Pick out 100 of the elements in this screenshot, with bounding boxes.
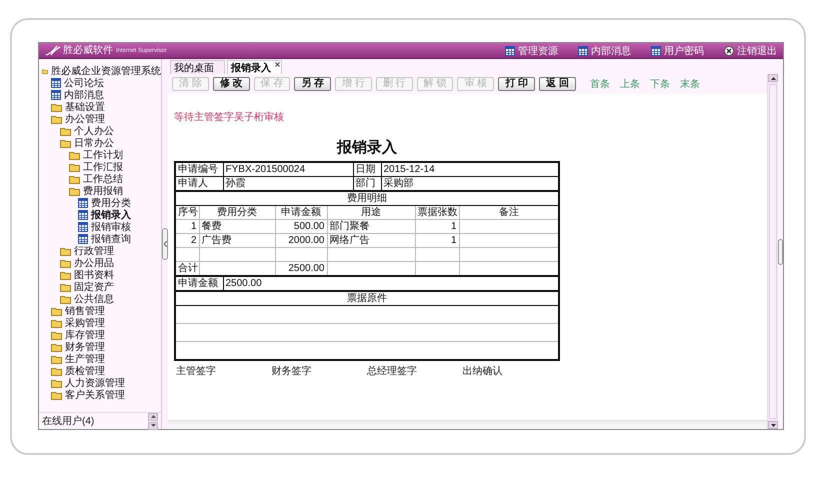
tree-item[interactable]: 办公用品 [39, 257, 161, 269]
table-cell: 1 [415, 220, 459, 234]
tree-item[interactable]: 工作总结 [39, 173, 161, 185]
tree-item[interactable]: 工作汇报 [39, 161, 161, 173]
field-label: 申请编号 [175, 162, 223, 176]
column-header: 票据张数 [415, 206, 459, 220]
folder-icon [60, 126, 71, 136]
field-value: 2015-12-14 [381, 162, 559, 176]
folder-icon [60, 246, 71, 256]
caret-down-icon[interactable] [770, 424, 776, 426]
tree-item[interactable]: 内部消息 [39, 89, 161, 101]
field-label: 部门 [353, 176, 381, 191]
table-cell: 1 [415, 234, 459, 248]
table-cell: 1 [175, 220, 199, 234]
status-message: 等待主管签字吴子桁审核 [174, 110, 285, 124]
close-circle-icon [724, 46, 734, 56]
window-icon [505, 46, 515, 56]
folder-icon [51, 306, 62, 316]
folder-icon [51, 342, 62, 352]
tree-item[interactable]: 个人办公 [39, 125, 161, 137]
folder-icon [42, 66, 48, 76]
tree-item[interactable]: 办公管理 [39, 113, 161, 125]
tree-item[interactable]: 质检管理 [39, 365, 161, 377]
header-link[interactable]: 用户密码 [651, 44, 704, 58]
header-link[interactable]: 注销退出 [724, 44, 777, 58]
grid-page-icon [78, 234, 88, 244]
tree-item[interactable]: 库存管理 [39, 329, 161, 341]
tree-item[interactable]: 人力资源管理 [39, 377, 161, 389]
column-header: 备注 [459, 206, 559, 220]
close-icon[interactable] [275, 62, 280, 67]
field-label: 日期 [353, 162, 381, 176]
grid-page-icon [51, 90, 61, 100]
online-users-label: 在线用户(4) [42, 414, 94, 428]
field-value: FYBX-201500024 [223, 162, 353, 176]
folder-icon [69, 186, 80, 196]
folder-icon [60, 282, 71, 292]
header-link[interactable]: 管理资源 [505, 44, 558, 58]
table-cell: 2000.00 [275, 234, 327, 248]
toolbar-button[interactable]: 另 存 [294, 77, 332, 91]
column-header: 用途 [327, 206, 415, 220]
window-icon [578, 46, 588, 56]
tree-item[interactable]: 报销查询 [39, 233, 161, 245]
folder-icon [60, 138, 71, 148]
tree-item[interactable]: 基础设置 [39, 101, 161, 113]
table-cell: 餐费 [199, 220, 275, 234]
section-title: 票据原件 [175, 291, 559, 306]
total-label: 合计 [175, 262, 199, 276]
tree-item[interactable]: 费用报销 [39, 185, 161, 197]
tab[interactable]: 我的桌面 [170, 60, 225, 74]
form-title: 报销录入 [336, 138, 398, 157]
toolbar-button[interactable]: 打 印 [498, 77, 536, 91]
vertical-scrollbar[interactable] [767, 74, 778, 429]
swoosh-logo-icon [45, 45, 61, 56]
tree-item[interactable]: 固定资产 [39, 281, 161, 293]
folder-icon [51, 390, 62, 400]
header-link[interactable]: 内部消息 [578, 44, 631, 58]
tree-item[interactable]: 胜必威企业资源管理系统 [39, 65, 161, 77]
scroll-up-button[interactable] [148, 412, 158, 420]
toolbar-button[interactable]: 返 回 [539, 77, 576, 91]
horizontal-scrollbar[interactable] [168, 420, 767, 429]
tree-item[interactable]: 公司论坛 [39, 77, 161, 89]
grid-page-icon [78, 222, 88, 232]
caret-up-icon [150, 415, 156, 418]
signature-label: 财务签字 [272, 364, 312, 378]
folder-icon [51, 102, 62, 112]
table-cell: 网络广告 [327, 234, 415, 248]
tree-item[interactable]: 客户关系管理 [39, 389, 161, 401]
tree-item[interactable]: 工作计划 [39, 149, 161, 161]
tree-item[interactable]: 采购管理 [39, 317, 161, 329]
folder-icon [51, 114, 62, 124]
signature-label: 出纳确认 [462, 364, 504, 378]
tree-item[interactable]: 行政管理 [39, 245, 161, 257]
collapse-handle[interactable] [162, 228, 168, 260]
tree-item[interactable]: 生产管理 [39, 353, 161, 365]
caret-up-icon[interactable] [770, 76, 776, 80]
tree-item[interactable]: 图书资料 [39, 269, 161, 281]
tree-item[interactable]: 销售管理 [39, 305, 161, 317]
folder-icon [69, 174, 80, 184]
folder-icon [51, 318, 62, 328]
tree-item[interactable]: 日常办公 [39, 137, 161, 149]
grid-page-icon [78, 198, 88, 208]
tree-item[interactable]: 公共信息 [39, 293, 161, 305]
scroll-down-button[interactable] [148, 422, 158, 430]
toolbar-button[interactable]: 修 改 [212, 77, 250, 91]
folder-icon [60, 258, 71, 268]
table-cell: 500.00 [275, 220, 327, 234]
column-header: 申请金额 [275, 206, 327, 220]
folder-icon [69, 150, 80, 160]
expand-handle[interactable] [778, 238, 783, 264]
tree-item[interactable]: 报销审核 [39, 221, 161, 233]
folder-icon [60, 294, 71, 304]
signature-label: 总经理签字 [367, 364, 418, 378]
tree-item[interactable]: 财务管理 [39, 341, 161, 353]
tab[interactable]: 报销录入 [227, 60, 282, 74]
column-header: 序号 [175, 206, 199, 220]
tree-item[interactable]: 费用分类 [39, 197, 161, 209]
folder-icon [51, 330, 62, 340]
logo-title: 胜必威软件 [63, 46, 113, 56]
tree-item[interactable]: 报销录入 [39, 209, 161, 221]
table-cell: 部门聚餐 [327, 220, 415, 234]
